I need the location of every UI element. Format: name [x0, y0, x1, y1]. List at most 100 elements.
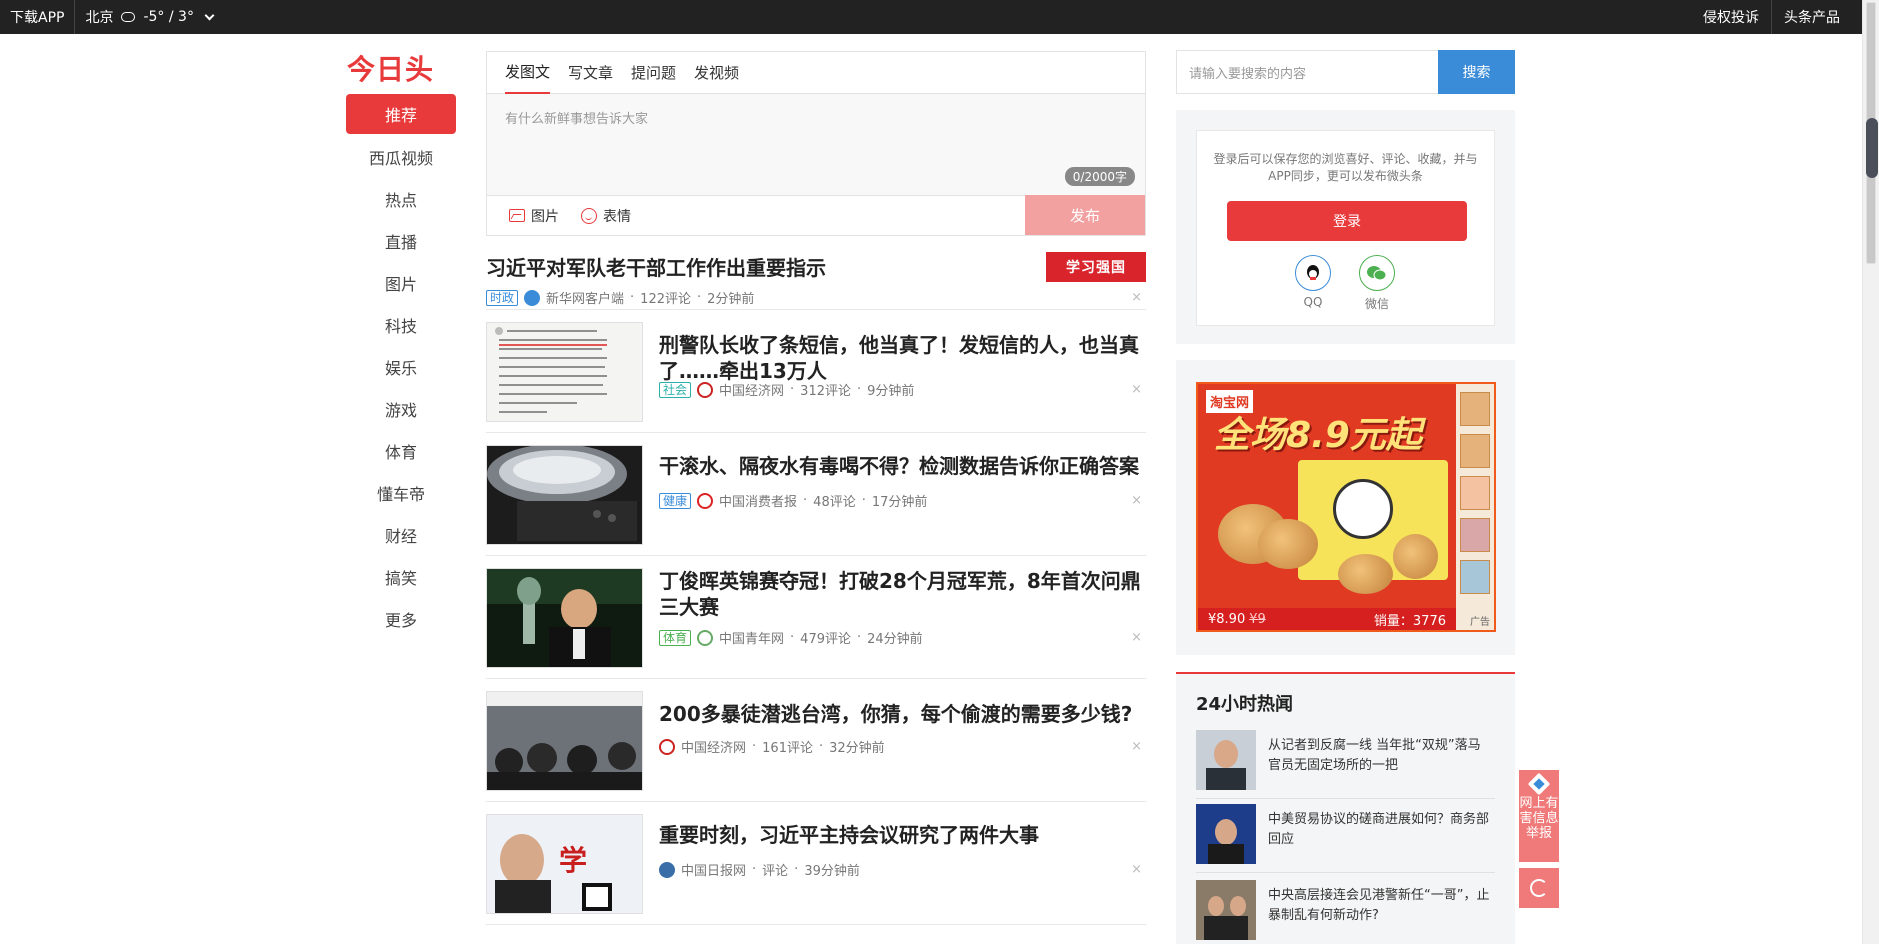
hot-news-title-text[interactable]: 中央高层接连会见港警新任“一哥”，止暴制乱有何新动作? — [1268, 886, 1493, 926]
page-scrollbar[interactable] — [1862, 0, 1879, 944]
list-item[interactable]: 干滚水、隔夜水有毒喝不得？检测数据告诉你正确答案 健康 中国消费者报 · 48评… — [486, 433, 1146, 556]
login-button[interactable]: 登录 — [1227, 201, 1467, 241]
article-thumbnail[interactable] — [486, 568, 643, 668]
police-photo-image — [487, 692, 642, 790]
hot-news-title-text[interactable]: 中美贸易协议的磋商进展如何？商务部回应 — [1268, 810, 1493, 850]
article-title[interactable]: 丁俊晖英锦赛夺冠！打破28个月冠军荒，8年首次问鼎三大赛 — [659, 568, 1142, 620]
nav-item-funny[interactable]: 搞笑 — [346, 556, 456, 598]
dismiss-icon[interactable]: × — [1131, 290, 1142, 305]
nav-item-entertainment[interactable]: 娱乐 — [346, 346, 456, 388]
wechat-icon — [1359, 255, 1395, 291]
comment-count[interactable]: 161评论 — [762, 737, 813, 756]
list-item[interactable]: 200多暴徒潜逃台湾，你猜，每个偷渡的需要多少钱? 中国经济网 · 161评论 … — [486, 679, 1146, 802]
products-link[interactable]: 头条产品 — [1771, 0, 1852, 34]
tab-write-article[interactable]: 写文章 — [568, 52, 613, 94]
list-item[interactable]: 中央高层接连会见港警新任“一哥”，止暴制乱有何新动作? — [1196, 880, 1495, 940]
comment-count[interactable]: 312评论 — [800, 380, 851, 399]
hot-news-thumbnail[interactable] — [1196, 804, 1256, 864]
search-bar: 请输入要搜索的内容 搜索 — [1176, 50, 1515, 94]
nav-item-hot[interactable]: 热点 — [346, 178, 456, 220]
search-button[interactable]: 搜索 — [1438, 50, 1515, 94]
complaint-link[interactable]: 侵权投诉 — [1691, 0, 1771, 34]
list-item[interactable]: 刑警队长收了条短信，他当真了！发短信的人，也当真了……牵出13万人 社会 中国经… — [486, 310, 1146, 433]
article-thumbnail[interactable] — [486, 691, 643, 791]
add-image-button[interactable]: 图片 — [509, 206, 559, 226]
category-tag: 时政 — [486, 289, 519, 306]
report-button[interactable]: 网上有害信息举报 — [1519, 770, 1559, 862]
article-thumbnail[interactable] — [486, 445, 643, 545]
dismiss-icon[interactable]: × — [1131, 739, 1142, 754]
list-item[interactable]: 丁俊晖英锦赛夺冠！打破28个月冠军荒，8年首次问鼎三大赛 体育 中国青年网 · … — [486, 556, 1146, 679]
list-item[interactable]: 学 重要时刻，习近平主持会议研究了两件大事 中国日报网 · 评论 · 39分钟前… — [486, 802, 1146, 925]
source-name[interactable]: 中国消费者报 — [719, 491, 797, 510]
ad-thumbnail-strip[interactable] — [1456, 384, 1494, 630]
hot-news-thumbnail[interactable] — [1196, 880, 1256, 940]
nav-item-live[interactable]: 直播 — [346, 220, 456, 262]
city-label: 北京 — [85, 10, 114, 26]
divider — [1196, 798, 1495, 799]
trophy-photo-image — [487, 569, 642, 667]
dismiss-icon[interactable]: × — [1131, 382, 1142, 397]
nav-item-cars[interactable]: 懂车帝 — [346, 472, 456, 514]
article-thumbnail[interactable] — [486, 322, 643, 422]
list-item[interactable]: 从记者到反腐一线 当年批“双规”落马官员无固定场所的一把 — [1196, 730, 1495, 790]
comment-count[interactable]: 48评论 — [813, 491, 856, 510]
publish-textarea[interactable]: 有什么新鲜事想告诉大家 0/2000字 — [487, 94, 1145, 194]
news-feed: 习近平对军队老干部工作作出重要指示 学习强国 时政 新华网客户端 · 122评论… — [486, 244, 1146, 925]
add-emoji-button[interactable]: 表情 — [581, 206, 631, 226]
ad-old-price: ¥9 — [1249, 611, 1266, 627]
source-name[interactable]: 新华网客户端 — [546, 288, 624, 307]
hot-news-title-text[interactable]: 从记者到反腐一线 当年批“双规”落马官员无固定场所的一把 — [1268, 736, 1493, 776]
qq-login[interactable]: QQ — [1293, 255, 1333, 309]
wechat-login[interactable]: 微信 — [1357, 255, 1397, 312]
refresh-button[interactable] — [1519, 868, 1559, 908]
nav-item-xigua[interactable]: 西瓜视频 — [346, 136, 456, 178]
article-title[interactable]: 干滚水、隔夜水有毒喝不得？检测数据告诉你正确答案 — [659, 453, 1142, 479]
nav-item-recommend[interactable]: 推荐 — [346, 94, 456, 134]
report-icon — [1527, 772, 1551, 796]
site-logo[interactable]: 今日头条 — [347, 48, 455, 126]
source-logo-icon — [697, 381, 714, 398]
source-name[interactable]: 中国日报网 — [681, 860, 746, 879]
ad-sales: 销量：3776 — [1373, 613, 1446, 629]
dismiss-icon[interactable]: × — [1131, 493, 1142, 508]
source-name[interactable]: 中国经济网 — [719, 380, 784, 399]
source-name[interactable]: 中国经济网 — [681, 737, 746, 756]
divider — [1196, 872, 1495, 873]
xuexi-badge[interactable]: 学习强国 — [1046, 252, 1146, 282]
nav-item-games[interactable]: 游戏 — [346, 388, 456, 430]
nav-item-more[interactable]: 更多 — [346, 598, 456, 640]
article-title[interactable]: 刑警队长收了条短信，他当真了！发短信的人，也当真了……牵出13万人 — [659, 332, 1142, 384]
search-input[interactable]: 请输入要搜索的内容 — [1176, 50, 1439, 94]
nav-item-tech[interactable]: 科技 — [346, 304, 456, 346]
hot-news-thumbnail[interactable] — [1196, 730, 1256, 790]
kettle-image — [487, 446, 642, 544]
dismiss-icon[interactable]: × — [1131, 862, 1142, 877]
nav-item-finance[interactable]: 财经 — [346, 514, 456, 556]
tab-post-video[interactable]: 发视频 — [694, 52, 739, 94]
nav-item-sports[interactable]: 体育 — [346, 430, 456, 472]
comment-count[interactable]: 评论 — [762, 860, 788, 879]
article-title[interactable]: 200多暴徒潜逃台湾，你猜，每个偷渡的需要多少钱? — [659, 701, 1142, 727]
weather-widget[interactable]: 北京 -5° / 3° — [75, 0, 222, 34]
cloud-icon — [121, 12, 136, 22]
publish-time: 32分钟前 — [829, 741, 885, 756]
download-app-link[interactable]: 下载APP — [0, 0, 76, 34]
taobao-ad[interactable]: 淘宝网 全场8.9元起 ¥8.90 ¥9 销量：3776 广告 — [1196, 382, 1496, 632]
tab-ask-question[interactable]: 提问题 — [631, 52, 676, 94]
list-item[interactable]: 习近平对军队老干部工作作出重要指示 学习强国 时政 新华网客户端 · 122评论… — [486, 244, 1146, 310]
publish-button[interactable]: 发布 — [1025, 195, 1145, 235]
tab-post-image-text[interactable]: 发图文 — [505, 52, 551, 94]
article-thumbnail[interactable]: 学 — [486, 814, 643, 914]
nav-item-pictures[interactable]: 图片 — [346, 262, 456, 304]
article-title[interactable]: 重要时刻，习近平主持会议研究了两件大事 — [659, 822, 1142, 848]
chevron-down-icon[interactable] — [204, 10, 215, 20]
source-name[interactable]: 中国青年网 — [719, 628, 784, 647]
comment-count[interactable]: 479评论 — [800, 628, 851, 647]
publish-time: 39分钟前 — [804, 864, 860, 879]
comment-count[interactable]: 122评论 — [640, 288, 691, 307]
dismiss-icon[interactable]: × — [1131, 630, 1142, 645]
article-title[interactable]: 习近平对军队老干部工作作出重要指示 — [486, 252, 826, 281]
char-counter: 0/2000字 — [1064, 167, 1135, 186]
list-item[interactable]: 中美贸易协议的磋商进展如何？商务部回应 — [1196, 804, 1495, 864]
